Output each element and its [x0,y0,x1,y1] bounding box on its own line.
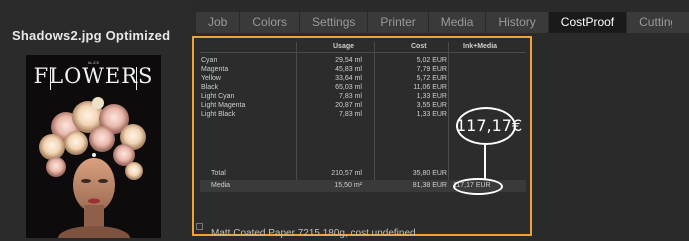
left-panel: Shadows2.jpg Optimized ALICE FLOWERS [0,0,192,241]
row-cost: 5,02 EUR [416,57,447,64]
media-usage: 15,50 m² [334,182,362,189]
tab-settings[interactable]: Settings [300,12,369,33]
tab-bar: Job Colors Settings Printer Media Histor… [196,12,689,33]
row-cost: 5,72 EUR [416,75,447,82]
row-name: Magenta [201,66,229,73]
column-divider [374,42,375,192]
total-label: Total [211,170,226,177]
header-usage: Usage [333,43,355,50]
header-divider [200,52,526,53]
media-cost: 81,38 EUR [412,182,447,189]
row-usage: 20,87 ml [335,102,362,109]
row-name: Yellow [201,75,221,82]
tab-colors[interactable]: Colors [240,12,301,33]
file-title: Shadows2.jpg Optimized [12,28,171,43]
header-ink-media: Ink+Media [463,43,498,50]
column-divider [448,42,449,192]
row-usage: 7,83 ml [339,111,362,118]
row-usage: 7,83 ml [339,93,362,100]
total-cost: 35,80 EUR [412,170,447,177]
total-usage: 210,57 ml [331,170,362,177]
header-cost: Cost [411,43,427,50]
row-usage: 33,64 ml [335,75,362,82]
status-text: Matt Coated Paper 7215 180g, cost undefi… [211,228,416,239]
row-cost: 1,33 EUR [416,93,447,100]
tab-history[interactable]: History [486,12,549,33]
tab-printer[interactable]: Printer [368,12,429,33]
callout-target-circle [453,178,503,195]
image-preview[interactable]: ALICE FLOWERS [26,55,161,238]
status-marker [196,223,203,230]
row-name: Light Cyan [201,93,235,100]
row-name: Light Magenta [201,102,246,109]
row-name: Cyan [201,57,218,64]
row-cost: 1,33 EUR [416,111,447,118]
row-name: Black [201,84,219,91]
callout-text: 117,17€ [456,116,523,135]
tab-media[interactable]: Media [429,12,487,33]
tab-costproof[interactable]: CostProof [548,12,628,33]
tab-bar-end [672,12,689,33]
row-name: Light Black [201,111,236,118]
callout-pointer [484,145,486,179]
row-cost: 11,06 EUR [413,84,447,91]
row-cost: 7,79 EUR [416,66,447,73]
row-usage: 29,54 ml [335,57,362,64]
tab-job[interactable]: Job [196,12,241,33]
media-label: Media [211,182,231,189]
row-cost: 3,55 EUR [416,102,447,109]
preview-word: FLOWERS [26,64,161,90]
row-usage: 45,83 ml [335,66,362,73]
row-usage: 65,03 ml [335,84,362,91]
